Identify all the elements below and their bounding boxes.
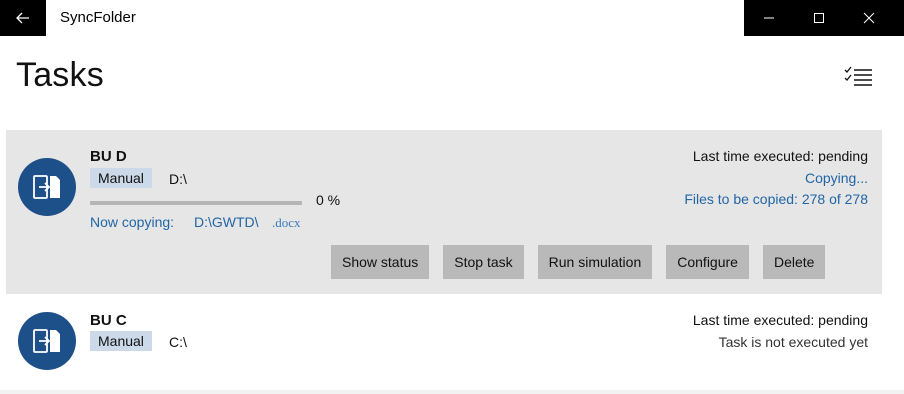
page-title: Tasks <box>16 56 104 94</box>
sync-folder-icon <box>33 175 60 199</box>
progress-bar <box>90 201 302 205</box>
task-card-bu-d[interactable]: BU D Manual D:\ 0 % Now copying: D:\GWTD… <box>6 130 882 294</box>
sync-folder-icon <box>33 329 60 353</box>
app-title: SyncFolder <box>60 9 136 26</box>
files-to-copy-text: Files to be copied: 278 of 278 <box>684 191 868 207</box>
task-name: BU C <box>90 312 127 329</box>
checklist-icon <box>844 66 872 86</box>
stop-task-button[interactable]: Stop task <box>443 245 524 279</box>
now-copying-file: D:\GWTD\ <box>194 214 259 230</box>
now-copying-label: Now copying: <box>90 214 175 230</box>
run-simulation-button[interactable]: Run simulation <box>537 245 653 279</box>
minimize-icon <box>764 17 774 19</box>
last-executed-text: Last time executed: pending <box>692 148 868 164</box>
mode-badge: Manual <box>90 331 152 351</box>
task-icon <box>18 158 76 216</box>
task-path: C:\ <box>169 334 187 350</box>
task-path: D:\ <box>169 171 187 187</box>
window-controls <box>744 0 904 36</box>
bottom-edge <box>0 390 904 394</box>
configure-button[interactable]: Configure <box>666 245 749 279</box>
mode-badge: Manual <box>90 168 152 188</box>
task-icon <box>18 312 76 370</box>
task-card-bu-c[interactable]: BU C Manual C:\ Last time executed: pend… <box>6 298 882 378</box>
multiselect-button[interactable] <box>842 66 874 90</box>
task-actions: Show status Stop task Run simulation Con… <box>331 245 826 279</box>
maximize-icon <box>814 13 824 23</box>
progress-text: 0 % <box>316 192 341 208</box>
last-executed-text: Last time executed: pending <box>692 312 868 328</box>
minimize-button[interactable] <box>744 0 794 36</box>
close-button[interactable] <box>844 0 894 36</box>
task-status-text: Task is not executed yet <box>718 334 868 350</box>
delete-button[interactable]: Delete <box>762 245 826 279</box>
arrow-left-icon <box>16 12 29 24</box>
maximize-button[interactable] <box>794 0 844 36</box>
task-status-link[interactable]: Copying... <box>805 170 868 186</box>
back-button[interactable] <box>0 0 46 36</box>
task-name: BU D <box>90 148 127 165</box>
title-bar: SyncFolder <box>0 0 904 36</box>
show-status-button[interactable]: Show status <box>331 245 430 279</box>
now-copying-extension: .docx <box>272 215 301 230</box>
close-icon <box>863 12 875 24</box>
